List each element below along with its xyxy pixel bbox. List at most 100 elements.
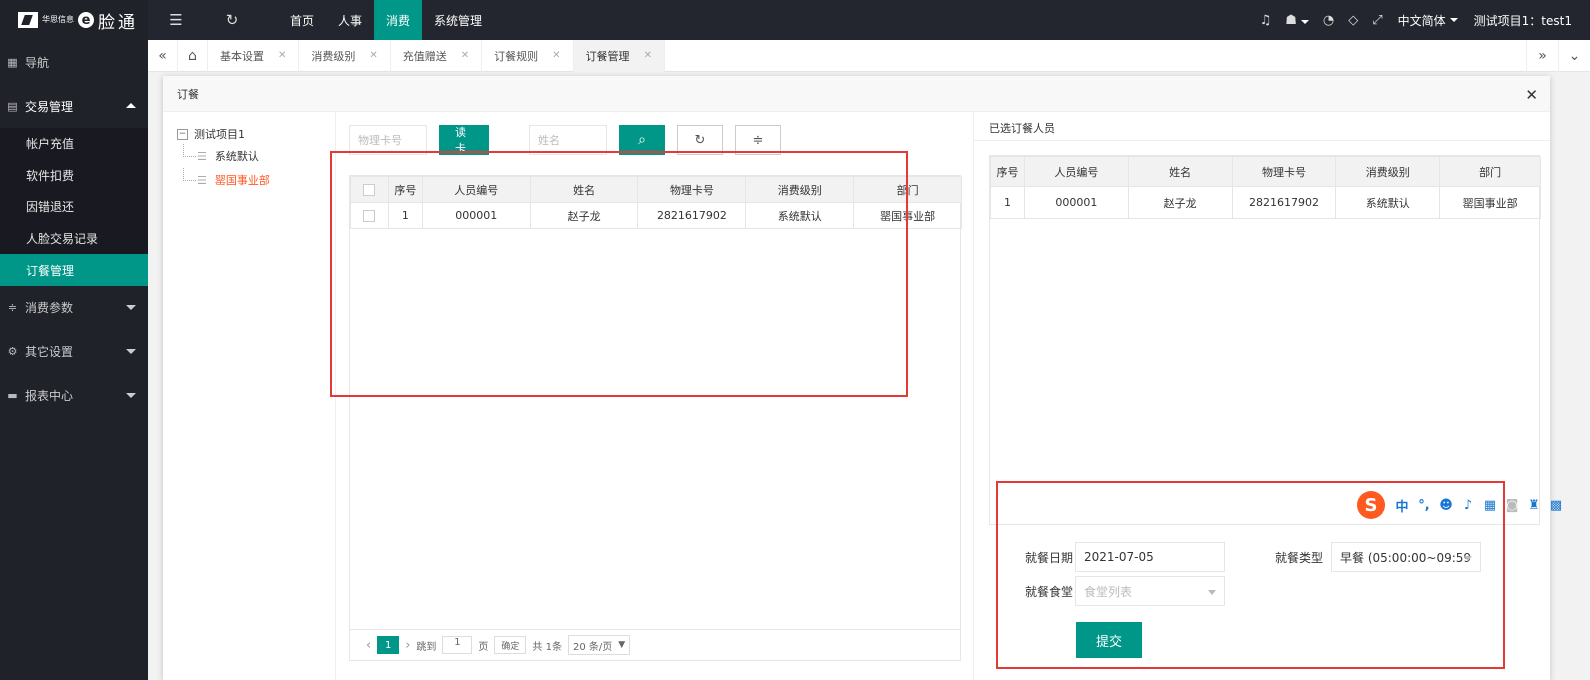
cell-name: 赵子龙: [529, 202, 639, 229]
keyboard-icon[interactable]: ▦: [1479, 498, 1501, 513]
tab-label: 订餐规则: [494, 49, 539, 63]
close-icon[interactable]: ✕: [1525, 86, 1538, 104]
submit-button[interactable]: 提交: [1076, 622, 1142, 658]
row-checkbox[interactable]: [363, 210, 376, 222]
tree-node-default[interactable]: ☰ 系统默认: [177, 144, 337, 168]
tab-basic-settings[interactable]: 基本设置 ✕: [208, 39, 300, 72]
tab-meal-order[interactable]: 订餐管理 ✕: [573, 39, 665, 72]
canteen-placeholder: 食堂列表: [1084, 584, 1133, 599]
table-row[interactable]: 1 000001 赵子龙 2821617902 系统默认 罂国事业部: [990, 186, 1541, 219]
refresh-icon: ↻: [694, 132, 706, 148]
layers-icon: ☰: [197, 173, 207, 187]
layers-icon: ☰: [197, 149, 207, 163]
select-all-checkbox[interactable]: [363, 184, 376, 196]
sidebar: 华思信息 e 脸通 ▦ 导航 ▤ 交易管理 帐户充值 软件扣费 因错退还 人脸交…: [0, 0, 148, 680]
sidebar-group-transaction[interactable]: ▤ 交易管理: [0, 84, 148, 128]
meal-date-input[interactable]: 2021-07-05: [1075, 542, 1225, 572]
search-button[interactable]: ⌕: [619, 125, 665, 155]
toolbox-icon[interactable]: ▩: [1545, 498, 1567, 513]
sogou-logo-icon[interactable]: S: [1357, 491, 1385, 519]
table-row[interactable]: 1 000001 赵子龙 2821617902 系统默认 罂国事业部: [350, 202, 962, 229]
reset-button[interactable]: ↻: [677, 125, 723, 155]
sidebar-group-other-settings[interactable]: ⚙ 其它设置: [0, 330, 148, 374]
tab-label: 基本设置: [220, 49, 264, 63]
home-icon[interactable]: ⌂: [178, 39, 208, 72]
header-checkbox-cell[interactable]: [350, 176, 389, 203]
sidebar-group-reports[interactable]: ▬ 报表中心: [0, 374, 148, 418]
mic-icon[interactable]: ♪: [1457, 498, 1479, 513]
col-header: 消费级别: [745, 176, 855, 203]
goto-confirm-button[interactable]: 确定: [494, 636, 527, 654]
sidebar-item-label: 导航: [25, 55, 50, 70]
tabs-prev-icon[interactable]: «: [148, 39, 178, 72]
tab-consume-level[interactable]: 消费级别 ✕: [299, 39, 391, 72]
emoji-icon[interactable]: ☻: [1435, 498, 1457, 513]
sidebar-group-label: 报表中心: [25, 389, 74, 404]
menu-consume[interactable]: 消费: [374, 0, 423, 40]
project-user[interactable]: 测试项目1：test1: [1466, 12, 1580, 29]
collapse-icon[interactable]: −: [177, 128, 188, 140]
tab-label: 消费级别: [311, 49, 356, 63]
sliders-icon: ≑: [752, 132, 764, 148]
row-checkbox-cell[interactable]: [350, 202, 389, 229]
sidebar-item-nav[interactable]: ▦ 导航: [0, 40, 148, 84]
close-icon[interactable]: ✕: [644, 50, 652, 61]
ime-punct-icon[interactable]: °,: [1413, 498, 1435, 513]
tabs-next-icon[interactable]: »: [1526, 39, 1558, 72]
menu-home[interactable]: 首页: [278, 0, 326, 40]
tree-node-label: 罂国事业部: [214, 174, 270, 187]
prev-page-icon[interactable]: ‹: [366, 638, 371, 653]
theme-icon[interactable]: ☗: [1278, 13, 1316, 28]
logo-mark-icon: [18, 12, 38, 28]
current-page[interactable]: 1: [377, 636, 400, 654]
tabs-right-controls: » ⌄: [1526, 39, 1590, 72]
tree-node-dept[interactable]: ☰ 罂国事业部: [177, 168, 337, 192]
meal-type-select[interactable]: 早餐 (05:00:00~09:59: [1331, 542, 1481, 572]
close-icon[interactable]: ✕: [369, 50, 377, 61]
name-input[interactable]: [529, 125, 607, 155]
fullscreen-icon[interactable]: ⤢: [1365, 13, 1389, 28]
chevron-down-icon: [126, 392, 136, 398]
tree-node-label: 系统默认: [214, 150, 259, 163]
page-size-select[interactable]: 20 条/页 ▼: [567, 635, 631, 655]
card-number-input[interactable]: [349, 125, 427, 155]
bell-icon[interactable]: ♫: [1253, 13, 1279, 28]
tag-icon[interactable]: ◇: [1341, 13, 1365, 28]
goto-page-input[interactable]: 1: [442, 636, 473, 654]
language-select[interactable]: 中文简体: [1390, 12, 1466, 29]
ime-mode[interactable]: 中: [1391, 496, 1413, 515]
menu-toggle-icon[interactable]: ☰: [162, 11, 190, 29]
next-page-icon[interactable]: ›: [405, 638, 410, 653]
filter-button[interactable]: ≑: [735, 125, 781, 155]
dashboard-icon[interactable]: ◔: [1316, 13, 1341, 28]
user-icon[interactable]: ◙: [1501, 498, 1523, 513]
page-tabs: « ⌂ 基本设置 ✕ 消费级别 ✕ 充值赠送 ✕ 订餐规则 ✕ 订餐管理 ✕ » ⌄: [148, 39, 1590, 72]
close-icon[interactable]: ✕: [552, 50, 560, 61]
skin-icon[interactable]: ♜: [1523, 498, 1545, 513]
logo-e-icon: e: [78, 12, 94, 28]
cell-emp-id: 000001: [421, 202, 531, 229]
sidebar-group-label: 交易管理: [25, 99, 74, 114]
sidebar-item-software-deduct[interactable]: 软件扣费: [0, 160, 148, 192]
close-icon[interactable]: ✕: [278, 50, 286, 61]
tabs-menu-icon[interactable]: ⌄: [1558, 39, 1590, 72]
sidebar-group-consume-params[interactable]: ≑ 消费参数: [0, 286, 148, 330]
sidebar-item-error-refund[interactable]: 因错退还: [0, 191, 148, 223]
goto-label: 跳到: [416, 641, 437, 653]
tab-recharge-bonus[interactable]: 充值赠送 ✕: [391, 39, 483, 72]
menu-hr[interactable]: 人事: [326, 0, 374, 40]
canteen-select[interactable]: 食堂列表: [1075, 576, 1225, 606]
tab-meal-rules[interactable]: 订餐规则 ✕: [482, 39, 574, 72]
refresh-icon[interactable]: ↻: [218, 11, 246, 29]
dialog-header: 订餐: [163, 76, 1550, 112]
sidebar-item-face-records[interactable]: 人脸交易记录: [0, 223, 148, 255]
logo-product: 脸通: [98, 12, 138, 33]
sidebar-item-recharge[interactable]: 帐户充值: [0, 128, 148, 160]
menu-system[interactable]: 系统管理: [422, 0, 494, 40]
close-icon[interactable]: ✕: [461, 50, 469, 61]
read-card-button[interactable]: 读卡: [439, 125, 489, 155]
selected-table: 序号 人员编号 姓名 物理卡号 消费级别 部门 1 000001 赵子龙 282…: [989, 155, 1541, 525]
sidebar-item-meal-order[interactable]: 订餐管理: [0, 254, 148, 286]
canteen-label: 就餐食堂: [1025, 585, 1074, 599]
tree-root[interactable]: − 测试项目1: [177, 124, 337, 144]
